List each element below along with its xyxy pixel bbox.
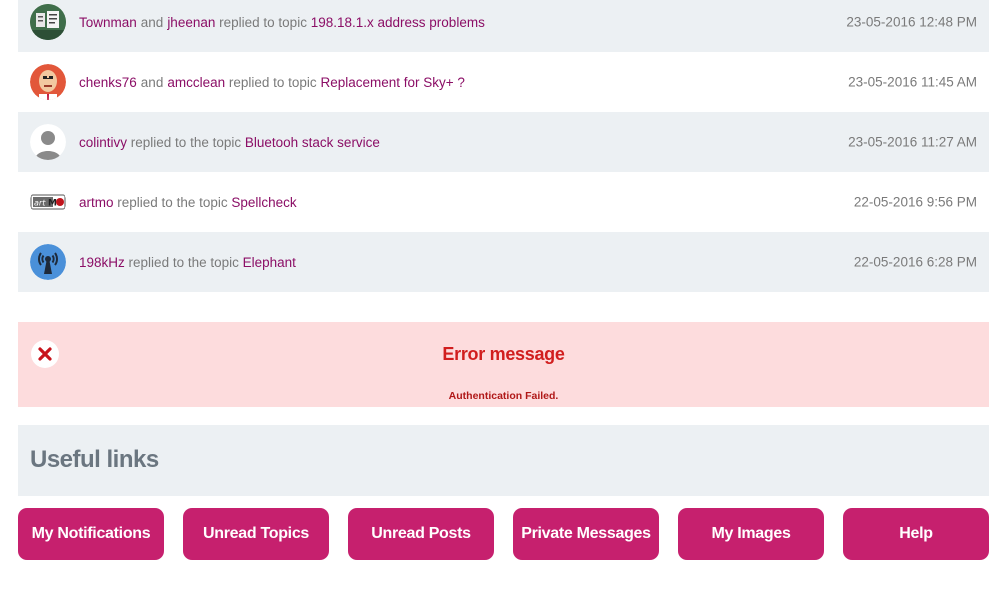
useful-links-buttons: My Notifications Unread Topics Unread Po… <box>18 508 989 560</box>
activity-description: 198kHz replied to the topic Elephant <box>79 255 296 270</box>
activity-row: art M artmo replied to the topic Spellch… <box>18 172 989 232</box>
timestamp: 22-05-2016 6:28 PM <box>853 254 977 270</box>
topic-link[interactable]: Replacement for Sky+ ? <box>320 75 464 90</box>
help-button[interactable]: Help <box>843 508 989 560</box>
avatar[interactable] <box>30 124 66 160</box>
topic-link[interactable]: Spellcheck <box>231 195 296 210</box>
timestamp: 23-05-2016 11:27 AM <box>848 134 977 150</box>
user-link[interactable]: artmo <box>79 195 114 210</box>
activity-description: artmo replied to the topic Spellcheck <box>79 195 297 210</box>
svg-text:art: art <box>34 199 46 208</box>
user-link[interactable]: jheenan <box>167 15 215 30</box>
user-link[interactable]: colintivy <box>79 135 127 150</box>
avatar[interactable] <box>30 4 66 40</box>
topic-link[interactable]: Elephant <box>243 255 296 270</box>
avatar[interactable] <box>30 244 66 280</box>
user-link[interactable]: Townman <box>79 15 137 30</box>
activity-row: Townman and jheenan replied to topic 198.1… <box>18 0 989 52</box>
action-text: replied to topic <box>228 74 317 90</box>
my-notifications-button[interactable]: My Notifications <box>18 508 164 560</box>
timestamp: 23-05-2016 12:48 PM <box>846 14 977 30</box>
joiner-text: and <box>140 14 164 30</box>
unread-topics-button[interactable]: Unread Topics <box>183 508 329 560</box>
activity-row: colintivy replied to the topic Bluetooh … <box>18 112 989 172</box>
private-messages-button[interactable]: Private Messages <box>513 508 659 560</box>
joiner-text: and <box>140 74 164 90</box>
user-link[interactable]: chenks76 <box>79 75 137 90</box>
error-banner: Error message Authentication Failed. <box>18 322 989 407</box>
activity-description: chenks76 and amcclean replied to topic Rep… <box>79 75 465 90</box>
action-text: replied to topic <box>219 14 307 30</box>
user-link[interactable]: amcclean <box>167 75 225 90</box>
unread-posts-button[interactable]: Unread Posts <box>348 508 494 560</box>
activity-row: chenks76 and amcclean replied to topic Rep… <box>18 52 989 112</box>
activity-feed: Townman and jheenan replied to topic 198.1… <box>18 0 989 292</box>
error-title: Error message <box>442 344 565 364</box>
timestamp: 22-05-2016 9:56 PM <box>853 194 977 210</box>
activity-description: colintivy replied to the topic Bluetooh … <box>79 135 380 150</box>
action-text: replied to the topic <box>117 194 228 210</box>
activity-description: Townman and jheenan replied to topic 198.1… <box>79 15 485 30</box>
error-text: Authentication Failed. <box>448 390 559 402</box>
user-link[interactable]: 198kHz <box>79 255 125 270</box>
svg-text:M: M <box>48 199 57 209</box>
useful-links-header: Useful links <box>18 425 989 496</box>
avatar[interactable]: art M <box>30 184 66 220</box>
section-title: Useful links <box>30 446 159 473</box>
activity-row: 198kHz replied to the topic Elephant 22-… <box>18 232 989 292</box>
topic-link[interactable]: 198.18.1.x address problems <box>311 15 485 30</box>
topic-link[interactable]: Bluetooh stack service <box>245 135 380 150</box>
action-text: replied to the topic <box>130 134 242 150</box>
my-images-button[interactable]: My Images <box>678 508 824 560</box>
timestamp: 23-05-2016 11:45 AM <box>848 74 977 90</box>
avatar[interactable] <box>30 64 66 100</box>
action-text: replied to the topic <box>128 254 239 270</box>
